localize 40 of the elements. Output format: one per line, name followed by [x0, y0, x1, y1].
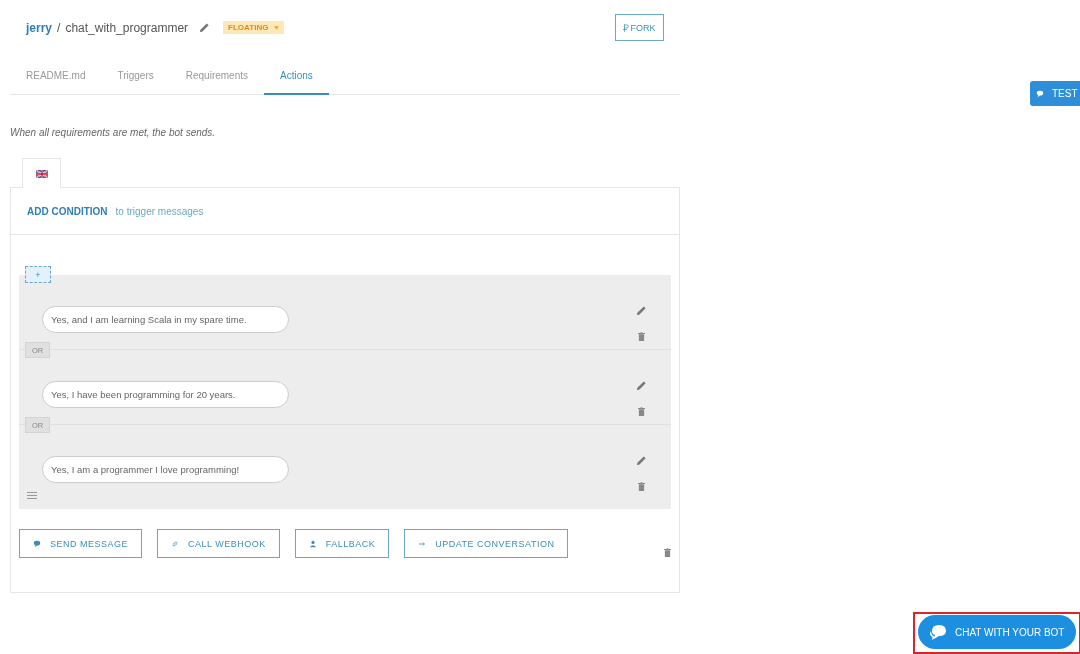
delete-icon[interactable]: [638, 407, 645, 416]
bot-name: chat_with_programmer: [65, 20, 189, 35]
edit-icon[interactable]: [199, 22, 211, 33]
tab[interactable]: Triggers: [101, 63, 170, 95]
fork-button[interactable]: FORK: [615, 14, 664, 41]
edit-icon[interactable]: [636, 380, 647, 391]
speech-bubble-icon: [33, 539, 41, 548]
delete-icon[interactable]: [638, 332, 645, 341]
delete-icon[interactable]: [638, 482, 645, 491]
fork-icon: [623, 23, 630, 32]
edit-icon[interactable]: [636, 455, 647, 466]
delete-icon[interactable]: [664, 548, 671, 557]
edit-icon[interactable]: [636, 305, 647, 316]
add-condition-link[interactable]: ADD CONDITION: [27, 205, 108, 217]
message-bubble[interactable]: Yes, I have been programming for 20 years.: [42, 380, 289, 408]
action-button[interactable]: CALL WEBHOOK: [157, 529, 280, 558]
tab[interactable]: README.md: [10, 63, 102, 95]
flag-icon: [35, 169, 48, 178]
chat-button[interactable]: CHAT WITH YOUR BOT: [918, 615, 1076, 649]
action-button[interactable]: SEND MESSAGE: [19, 529, 143, 558]
action-button[interactable]: FALLBACK: [294, 529, 390, 558]
path-separator: /: [57, 20, 61, 35]
speech-bubble-icon: [1036, 89, 1044, 98]
add-button[interactable]: +: [25, 266, 51, 283]
link-icon: [171, 539, 180, 548]
message-bubble[interactable]: Yes, and I am learning Scala in my spare time.: [42, 305, 289, 333]
condition-hint: to trigger messages: [115, 205, 204, 217]
owner-link[interactable]: jerry: [26, 20, 53, 35]
tab[interactable]: Requirements: [169, 63, 265, 95]
intro-text: When all requirements are met, the bot sends.: [10, 127, 217, 138]
chat-bubbles-icon: [928, 622, 948, 642]
test-button[interactable]: TEST: [1030, 81, 1080, 106]
tab[interactable]: Actions: [264, 63, 329, 95]
message-bubble[interactable]: Yes, I am a programmer I love programming!: [42, 455, 289, 483]
status-badge[interactable]: FLOATING: [223, 21, 285, 34]
action-button[interactable]: UPDATE CONVERSATION: [404, 529, 569, 558]
drag-handle-icon[interactable]: [27, 492, 37, 499]
person-icon: [308, 539, 317, 548]
arrow-icon: [418, 539, 427, 548]
language-tab[interactable]: [22, 158, 61, 188]
